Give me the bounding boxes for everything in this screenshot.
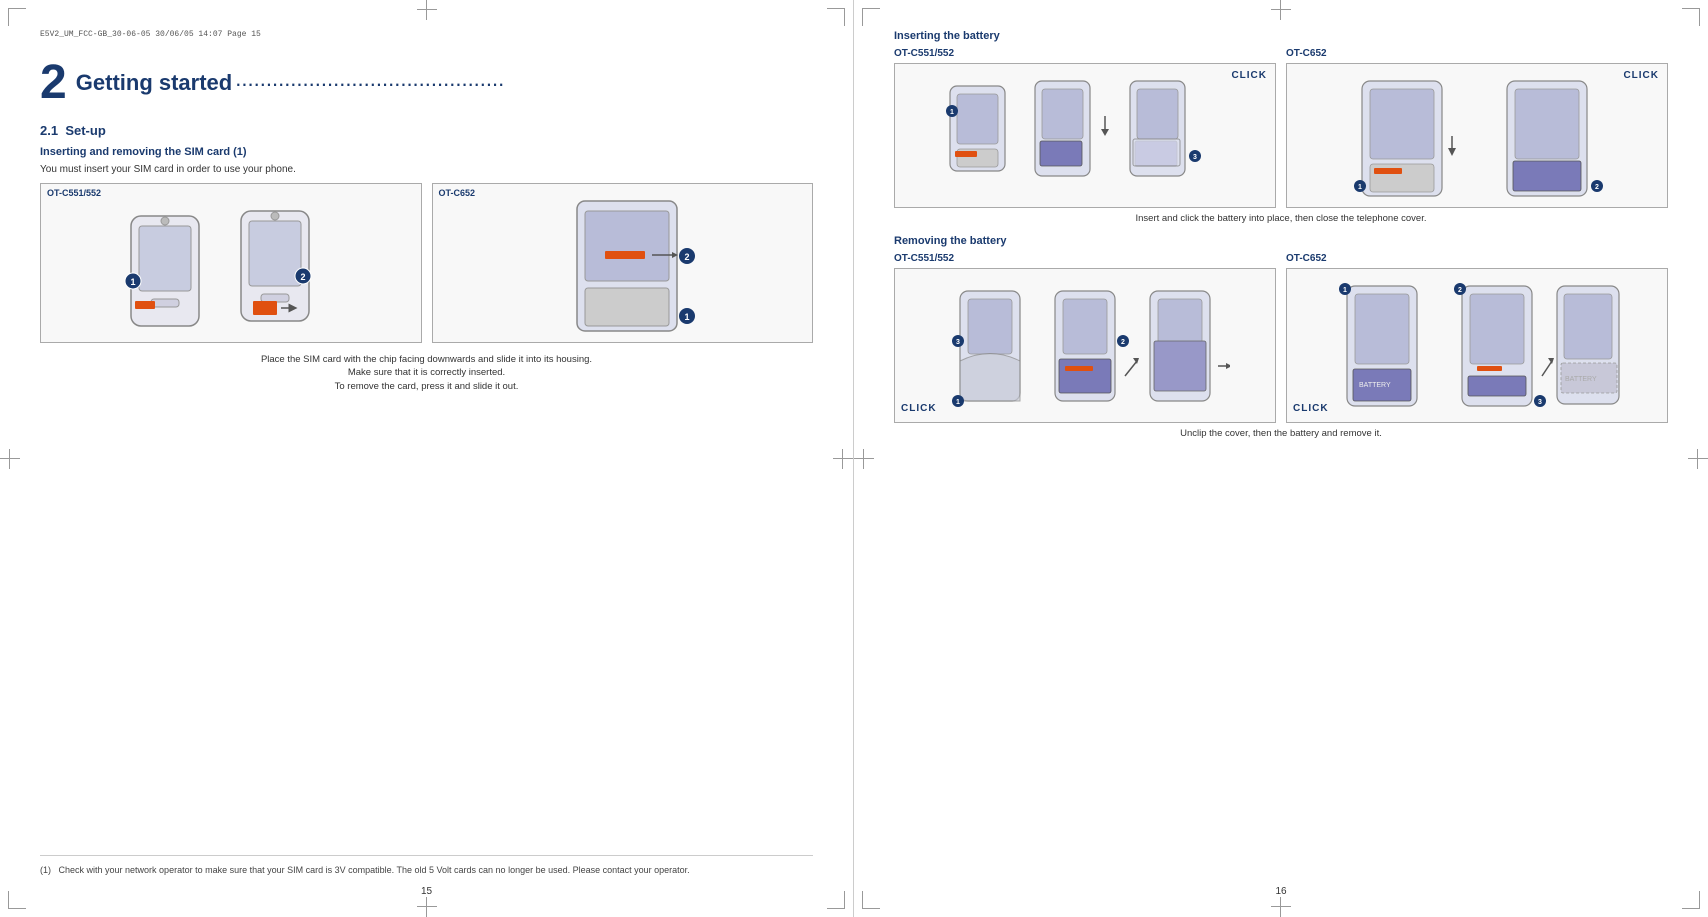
inserting-model-right-label: OT-C652 xyxy=(1286,48,1668,59)
inserting-diagram-652: CLICK 1 xyxy=(1286,63,1668,208)
chapter-number: 2 xyxy=(40,59,67,107)
svg-text:2: 2 xyxy=(300,272,305,282)
subsection-heading: Inserting and removing the SIM card (1) xyxy=(40,146,813,158)
removing-left-col: OT-C551/552 CLICK 1 xyxy=(894,253,1276,423)
model-label-551: OT-C551/552 xyxy=(47,188,101,198)
page-number-left: 15 xyxy=(421,886,432,897)
inserting-diagram-551: CLICK 1 xyxy=(894,63,1276,208)
removing-diagram-652: CLICK 1 BATTERY xyxy=(1286,268,1668,423)
chapter-dots: ........................................… xyxy=(235,66,504,91)
click-label-ins-left: CLICK xyxy=(1231,70,1267,81)
svg-text:BATTERY: BATTERY xyxy=(1565,376,1597,383)
insert-caption: Insert and click the battery into place,… xyxy=(894,212,1668,225)
click-label-rem-left: CLICK xyxy=(901,403,937,414)
chapter-title: Getting started xyxy=(76,70,232,96)
corner-tr-r xyxy=(1682,8,1700,26)
chapter-header: 2 Getting started ......................… xyxy=(40,59,813,107)
svg-text:1: 1 xyxy=(1358,184,1362,191)
corner-tl-r xyxy=(862,8,880,26)
page-number-right: 16 xyxy=(1275,886,1286,897)
svg-text:1: 1 xyxy=(956,399,960,406)
page-header-left: E5V2_UM_FCC-GB_30-06-05 30/06/05 14:07 P… xyxy=(40,30,813,39)
svg-text:3: 3 xyxy=(1193,154,1197,161)
removing-title: Removing the battery xyxy=(894,235,1668,247)
inserting-right-col: OT-C652 CLICK 1 xyxy=(1286,48,1668,208)
corner-bl xyxy=(8,891,26,909)
footnote-num: (1) xyxy=(40,865,51,875)
inserting-model-left-label: OT-C551/552 xyxy=(894,48,1276,59)
footnote-text: Check with your network operator to make… xyxy=(59,865,690,875)
inserting-model-row: OT-C551/552 CLICK 1 xyxy=(894,48,1668,208)
corner-br-r xyxy=(1682,891,1700,909)
crosshair-left-left xyxy=(0,449,20,469)
crosshair-bottom-left xyxy=(417,897,437,917)
crosshair-top-right xyxy=(1271,0,1291,20)
svg-text:BATTERY: BATTERY xyxy=(1359,382,1391,389)
crosshair-bottom-right xyxy=(1271,897,1291,917)
corner-bl-r xyxy=(862,891,880,909)
removing-model-left-label: OT-C551/552 xyxy=(894,253,1276,264)
svg-text:2: 2 xyxy=(1458,287,1462,294)
svg-text:2: 2 xyxy=(1121,339,1125,346)
corner-br xyxy=(827,891,845,909)
body-text: You must insert your SIM card in order t… xyxy=(40,164,813,175)
click-label-rem-right: CLICK xyxy=(1293,403,1329,414)
sim-diagram-551: OT-C551/552 1 xyxy=(40,183,422,343)
phone-illustration-551: 1 2 xyxy=(41,184,421,342)
svg-text:2: 2 xyxy=(685,252,690,262)
corner-tr xyxy=(827,8,845,26)
removing-model-right-label: OT-C652 xyxy=(1286,253,1668,264)
svg-text:1: 1 xyxy=(685,312,690,322)
svg-text:3: 3 xyxy=(956,339,960,346)
svg-text:3: 3 xyxy=(1538,399,1542,406)
removing-right-col: OT-C652 CLICK 1 BATTERY xyxy=(1286,253,1668,423)
removing-model-row: OT-C551/552 CLICK 1 xyxy=(894,253,1668,423)
click-label-ins-right: CLICK xyxy=(1623,70,1659,81)
section-heading: 2.1 Set-up xyxy=(40,123,813,138)
crosshair-right-right xyxy=(1688,449,1708,469)
svg-text:1: 1 xyxy=(130,277,135,287)
crosshair-right-left xyxy=(833,449,853,469)
footnote: (1) Check with your network operator to … xyxy=(40,864,813,878)
sim-diagram-row: OT-C551/552 1 xyxy=(40,183,813,343)
inserting-left-col: OT-C551/552 CLICK 1 xyxy=(894,48,1276,208)
remove-caption: Unclip the cover, then the battery and r… xyxy=(894,427,1668,440)
svg-text:1: 1 xyxy=(950,109,954,116)
crosshair-top-left xyxy=(417,0,437,20)
page-left: E5V2_UM_FCC-GB_30-06-05 30/06/05 14:07 P… xyxy=(0,0,854,917)
sim-caption-lines: Place the SIM card with the chip facing … xyxy=(40,353,813,393)
svg-text:2: 2 xyxy=(1595,184,1599,191)
footnote-area: (1) Check with your network operator to … xyxy=(40,855,813,878)
svg-text:1: 1 xyxy=(1343,287,1347,294)
phone-illustration-652: 2 1 xyxy=(433,184,813,342)
removing-diagram-551: CLICK 1 3 xyxy=(894,268,1276,423)
sim-diagram-652: OT-C652 2 xyxy=(432,183,814,343)
model-label-652: OT-C652 xyxy=(439,188,476,198)
inserting-title: Inserting the battery xyxy=(894,30,1668,42)
page-right: Inserting the battery OT-C551/552 CLICK xyxy=(854,0,1708,917)
crosshair-left-right xyxy=(854,449,874,469)
corner-tl xyxy=(8,8,26,26)
